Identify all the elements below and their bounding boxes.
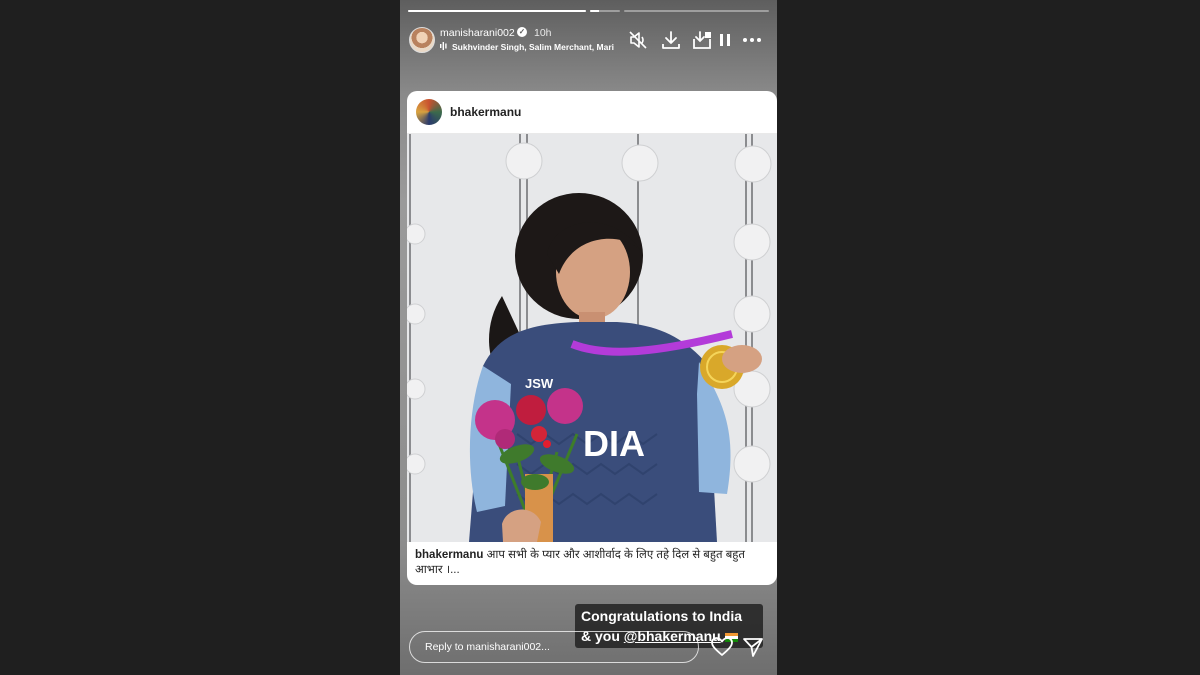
story-username[interactable]: manisharani002 — [440, 27, 515, 39]
story-viewer[interactable]: manisharani002 ✓ 10h Sukhvinder Singh, S… — [400, 0, 777, 675]
progress-segment — [408, 10, 586, 12]
story-timestamp: 10h — [534, 27, 552, 39]
progress-segment — [590, 10, 620, 12]
send-icon[interactable] — [742, 636, 764, 658]
post-photo[interactable]: JSW DIA — [407, 134, 777, 542]
story-progress-bar — [408, 10, 769, 12]
post-username[interactable]: bhakermanu — [450, 105, 521, 119]
post-header: bhakermanu — [407, 91, 777, 134]
caption-username[interactable]: bhakermanu — [415, 549, 483, 561]
post-caption: bhakermanu आप सभी के प्यार और आशीर्वाद क… — [415, 548, 765, 578]
story-header: manisharani002 ✓ 10h Sukhvinder Singh, S… — [408, 24, 769, 56]
audio-wave-icon — [440, 42, 447, 50]
save-icon[interactable] — [691, 29, 713, 51]
reply-input[interactable]: Reply to manisharani002... — [409, 631, 699, 663]
verified-badge-icon: ✓ — [517, 27, 527, 37]
jersey-sponsor-text: JSW — [525, 376, 554, 391]
jersey-text: DIA — [583, 423, 645, 464]
pause-icon[interactable] — [714, 29, 736, 51]
heart-icon[interactable] — [711, 637, 733, 657]
avatar[interactable] — [409, 27, 435, 53]
more-icon[interactable] — [741, 29, 763, 51]
progress-segment — [624, 10, 769, 12]
download-icon[interactable] — [660, 29, 682, 51]
sticker-line-1: Congratulations to India — [581, 608, 742, 624]
post-avatar[interactable] — [416, 99, 442, 125]
music-info[interactable]: Sukhvinder Singh, Salim Merchant, Mari — [452, 42, 620, 52]
mute-icon[interactable] — [627, 29, 649, 51]
shared-post-card[interactable]: bhakermanu JSW DIA bhakermanu आप सभी के … — [407, 91, 777, 585]
